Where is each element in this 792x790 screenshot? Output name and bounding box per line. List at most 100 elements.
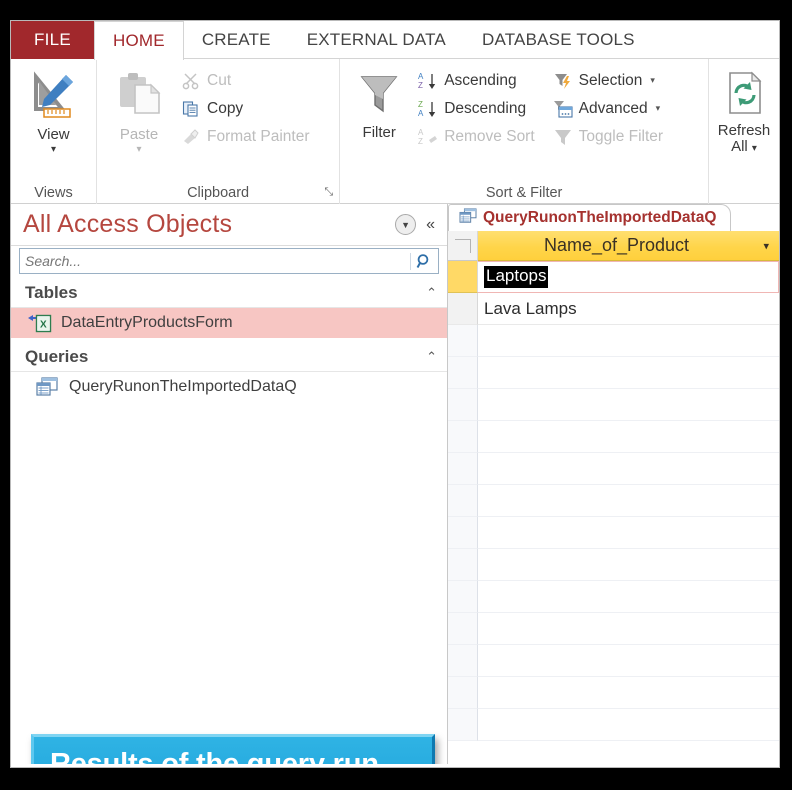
view-dropdown-caret[interactable]: ▾ — [51, 144, 56, 156]
row-selector-blank[interactable] — [448, 549, 478, 581]
table-row-blank[interactable] — [448, 581, 779, 613]
table-row[interactable]: Laptops — [448, 261, 779, 293]
nav-group-header-tables[interactable]: Tables ⌃ — [11, 278, 447, 308]
column-filter-caret-icon[interactable]: ▾ — [763, 239, 769, 252]
select-all-corner-button[interactable] — [448, 231, 478, 261]
table-row-blank[interactable] — [448, 709, 779, 741]
view-button[interactable]: View ▾ — [17, 65, 90, 156]
row-selector-current[interactable] — [448, 261, 478, 293]
row-selector-blank[interactable] — [448, 645, 478, 677]
table-row-blank[interactable] — [448, 389, 779, 421]
refresh-all-dropdown-caret[interactable]: ▾ — [752, 143, 757, 154]
table-row-blank[interactable] — [448, 453, 779, 485]
design-view-icon — [28, 69, 80, 125]
table-row[interactable]: Lava Lamps — [448, 293, 779, 325]
search-input[interactable] — [20, 253, 410, 269]
table-row-blank[interactable] — [448, 677, 779, 709]
cell-blank[interactable] — [478, 453, 779, 485]
tab-create[interactable]: CREATE — [184, 21, 289, 59]
row-selector-blank[interactable] — [448, 325, 478, 357]
row-selector-blank[interactable] — [448, 709, 478, 741]
tab-file[interactable]: FILE — [11, 21, 94, 59]
cell-blank[interactable] — [478, 517, 779, 549]
table-row-blank[interactable] — [448, 421, 779, 453]
ribbon-group-sort-filter: Filter A Z Ascending Z A Descending A Z … — [340, 59, 709, 204]
nav-group-header-queries[interactable]: Queries ⌃ — [11, 342, 447, 372]
navigation-search-bar[interactable] — [19, 248, 439, 274]
cell-blank[interactable] — [478, 645, 779, 677]
advanced-button[interactable]: Advanced ▾ — [547, 95, 669, 122]
sort-descending-button[interactable]: Z A Descending — [412, 95, 540, 122]
table-row-blank[interactable] — [448, 613, 779, 645]
cell-blank[interactable] — [478, 581, 779, 613]
clipboard-dialog-launcher-icon[interactable]: ⤡ — [324, 186, 333, 199]
nav-group-queries-label: Queries — [25, 346, 89, 366]
document-tab-queryrunontheimporteddataq[interactable]: QueryRunonTheImportedDataQ — [448, 204, 732, 231]
row-selector-blank[interactable] — [448, 581, 478, 613]
row-selector-blank[interactable] — [448, 613, 478, 645]
filter-button[interactable]: Filter — [346, 65, 412, 141]
paste-dropdown-caret[interactable]: ▾ — [136, 144, 141, 156]
cell-blank[interactable] — [478, 325, 779, 357]
row-selector-blank[interactable] — [448, 485, 478, 517]
ribbon-group-records: Refresh All ▾ — [709, 59, 779, 204]
cell-value-selected: Laptops — [484, 266, 548, 288]
advanced-dropdown-caret[interactable]: ▾ — [656, 103, 661, 114]
refresh-icon — [720, 69, 768, 121]
cell-name-of-product-row1[interactable]: Laptops — [478, 261, 779, 293]
tab-database-tools[interactable]: DATABASE TOOLS — [464, 21, 653, 59]
row-selector-blank[interactable] — [448, 357, 478, 389]
svg-text:X: X — [40, 320, 47, 331]
tab-database-tools-label: DATABASE TOOLS — [481, 30, 635, 49]
row-selector-blank[interactable] — [448, 421, 478, 453]
tab-home[interactable]: HOME — [94, 21, 184, 60]
linked-excel-table-icon: X — [27, 312, 53, 334]
table-row-blank[interactable] — [448, 357, 779, 389]
cell-blank[interactable] — [478, 613, 779, 645]
chevron-up-icon[interactable]: ⌃ — [426, 285, 437, 301]
format-painter-button[interactable]: Format Painter — [175, 123, 316, 150]
table-row-blank[interactable] — [448, 485, 779, 517]
cell-blank[interactable] — [478, 709, 779, 741]
cell-blank[interactable] — [478, 357, 779, 389]
datasheet-header-row: Name_of_Product ▾ — [448, 231, 779, 261]
cut-button-label: Cut — [207, 71, 232, 89]
row-selector-blank[interactable] — [448, 453, 478, 485]
refresh-all-button[interactable]: Refresh All ▾ — [715, 65, 773, 155]
cell-blank[interactable] — [478, 421, 779, 453]
cell-blank[interactable] — [478, 389, 779, 421]
cell-blank[interactable] — [478, 549, 779, 581]
navigation-category-dropdown-icon[interactable]: ▼ — [395, 214, 417, 235]
cell-blank[interactable] — [478, 485, 779, 517]
table-row-blank[interactable] — [448, 645, 779, 677]
remove-sort-button[interactable]: A Z Remove Sort — [412, 123, 540, 150]
column-header-name-of-product[interactable]: Name_of_Product ▾ — [478, 231, 779, 261]
selection-button[interactable]: Selection ▾ — [547, 67, 669, 94]
access-window: FILE HOME CREATE EXTERNAL DATA DATABASE … — [10, 20, 780, 768]
cell-name-of-product-row2[interactable]: Lava Lamps — [478, 293, 779, 325]
search-icon[interactable] — [410, 252, 438, 270]
cut-button[interactable]: Cut — [175, 67, 316, 94]
row-selector-blank[interactable] — [448, 517, 478, 549]
selection-dropdown-caret[interactable]: ▾ — [650, 75, 655, 86]
row-selector-blank[interactable] — [448, 389, 478, 421]
sort-za-descending-icon: Z A — [418, 99, 438, 119]
collapse-navigation-pane-icon[interactable]: « — [426, 216, 435, 234]
row-selector-blank[interactable] — [448, 677, 478, 709]
nav-item-label: DataEntryProductsForm — [61, 314, 233, 331]
toggle-filter-button[interactable]: Toggle Filter — [547, 123, 669, 150]
table-row-blank[interactable] — [448, 325, 779, 357]
tab-external-data[interactable]: EXTERNAL DATA — [289, 21, 464, 59]
table-row-blank[interactable] — [448, 517, 779, 549]
row-selector[interactable] — [448, 293, 478, 325]
datasheet: Name_of_Product ▾ Laptops Lava Lamps — [448, 231, 779, 764]
ribbon: View ▾ Views Paste ▾ Cut Copy Format Pai… — [11, 59, 779, 204]
sort-ascending-button[interactable]: A Z Ascending — [412, 67, 540, 94]
chevron-up-icon[interactable]: ⌃ — [426, 349, 437, 365]
copy-button[interactable]: Copy — [175, 95, 316, 122]
cell-blank[interactable] — [478, 677, 779, 709]
table-row-blank[interactable] — [448, 549, 779, 581]
nav-item-queryrunontheimporteddataq[interactable]: QueryRunonTheImportedDataQ — [11, 372, 447, 402]
paste-button[interactable]: Paste ▾ — [103, 65, 175, 156]
nav-item-dataentryproductsform[interactable]: X DataEntryProductsForm — [11, 308, 447, 338]
